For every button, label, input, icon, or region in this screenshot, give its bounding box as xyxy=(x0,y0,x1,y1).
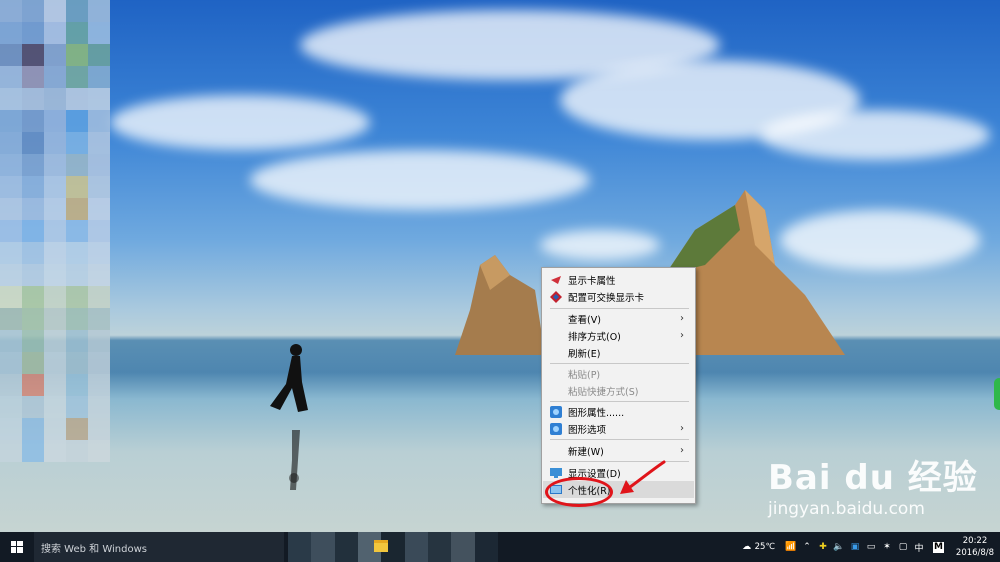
annotation-arrow-icon xyxy=(620,460,666,494)
taskbar: 搜索 Web 和 Windows ☁ 25℃ 📶 ⌃ ✚ 🔈 ▣ ▭ ✶ ▢ 中… xyxy=(0,532,1000,562)
wallpaper-cloud xyxy=(760,110,990,160)
chevron-up-icon[interactable]: ⌃ xyxy=(801,541,813,553)
menu-item-sort-by[interactable]: 排序方式(O) › xyxy=(543,327,694,344)
weather-temp[interactable]: 25℃ xyxy=(755,542,775,552)
taskbar-search-box[interactable]: 搜索 Web 和 Windows xyxy=(34,532,284,562)
shield-icon[interactable]: ✚ xyxy=(817,541,829,553)
chevron-right-icon: › xyxy=(680,445,684,456)
annotation-circle xyxy=(545,477,613,507)
baidu-jingyan-watermark: Bai du 经验 jingyan.baidu.com xyxy=(768,458,978,520)
menu-item-refresh[interactable]: 刷新(E) xyxy=(543,344,694,361)
edge-indicator xyxy=(994,378,1000,410)
intel-graphics-icon xyxy=(550,422,562,435)
menu-separator xyxy=(550,439,689,440)
clock[interactable]: 20:22 2016/8/8 xyxy=(950,535,1000,559)
system-tray: ☁ 25℃ 📶 ⌃ ✚ 🔈 ▣ ▭ ✶ ▢ 中 M 20:22 2016/8/8 xyxy=(739,532,1000,562)
start-button[interactable] xyxy=(0,532,34,562)
desktop-wallpaper[interactable]: Bai du 经验 jingyan.baidu.com xyxy=(0,0,1000,532)
blurred-taskbar-apps xyxy=(288,532,498,562)
chevron-right-icon: › xyxy=(680,423,684,434)
graphics-card-icon xyxy=(550,274,562,286)
runner-silhouette xyxy=(270,344,308,490)
wallpaper-cloud xyxy=(250,150,590,210)
file-explorer-icon[interactable] xyxy=(374,540,388,552)
menu-item-paste[interactable]: 粘贴(P) xyxy=(543,365,694,382)
menu-separator xyxy=(550,308,689,309)
search-placeholder: 搜索 Web 和 Windows xyxy=(41,543,147,555)
wallpaper-rock-left xyxy=(455,255,545,355)
menu-item-paste-shortcut[interactable]: 粘贴快捷方式(S) xyxy=(543,382,694,399)
menu-item-graphics-options[interactable]: 图形选项 › xyxy=(543,420,694,437)
wifi-icon[interactable]: 📶 xyxy=(785,541,797,553)
clock-date: 2016/8/8 xyxy=(955,548,995,558)
notification-icon[interactable]: ▢ xyxy=(897,541,909,553)
watermark-url: jingyan.baidu.com xyxy=(768,499,925,519)
chevron-right-icon: › xyxy=(680,313,684,324)
menu-item-new[interactable]: 新建(W) › xyxy=(543,442,694,459)
menu-item-graphics-properties[interactable]: 图形属性...... xyxy=(543,403,694,420)
network-icon[interactable]: ✶ xyxy=(881,541,893,553)
chevron-right-icon: › xyxy=(680,330,684,341)
blurred-desktop-icons xyxy=(0,0,110,532)
menu-item-view[interactable]: 查看(V) › xyxy=(543,310,694,327)
volume-icon[interactable]: 🔈 xyxy=(833,541,845,553)
battery-icon[interactable]: ▭ xyxy=(865,541,877,553)
wallpaper-cloud xyxy=(110,95,370,150)
ime-mode[interactable]: M xyxy=(933,541,944,553)
menu-item-graphics-card-properties[interactable]: 显示卡属性 xyxy=(543,271,694,288)
windows-logo-icon xyxy=(11,541,23,553)
intel-graphics-icon xyxy=(550,405,562,418)
menu-separator xyxy=(550,363,689,364)
menu-item-switchable-graphics[interactable]: 配置可交换显示卡 xyxy=(543,288,694,305)
app-tray-icon[interactable]: ▣ xyxy=(849,541,861,553)
watermark-brand: Bai du 经验 xyxy=(768,458,978,498)
weather-icon[interactable]: ☁ xyxy=(741,541,753,553)
display-settings-icon xyxy=(550,467,562,479)
wallpaper-cloud xyxy=(540,230,660,260)
ime-language[interactable]: 中 xyxy=(913,541,925,554)
clock-time: 20:22 xyxy=(962,536,988,546)
switchable-graphics-icon xyxy=(550,290,562,303)
menu-separator xyxy=(550,401,689,402)
